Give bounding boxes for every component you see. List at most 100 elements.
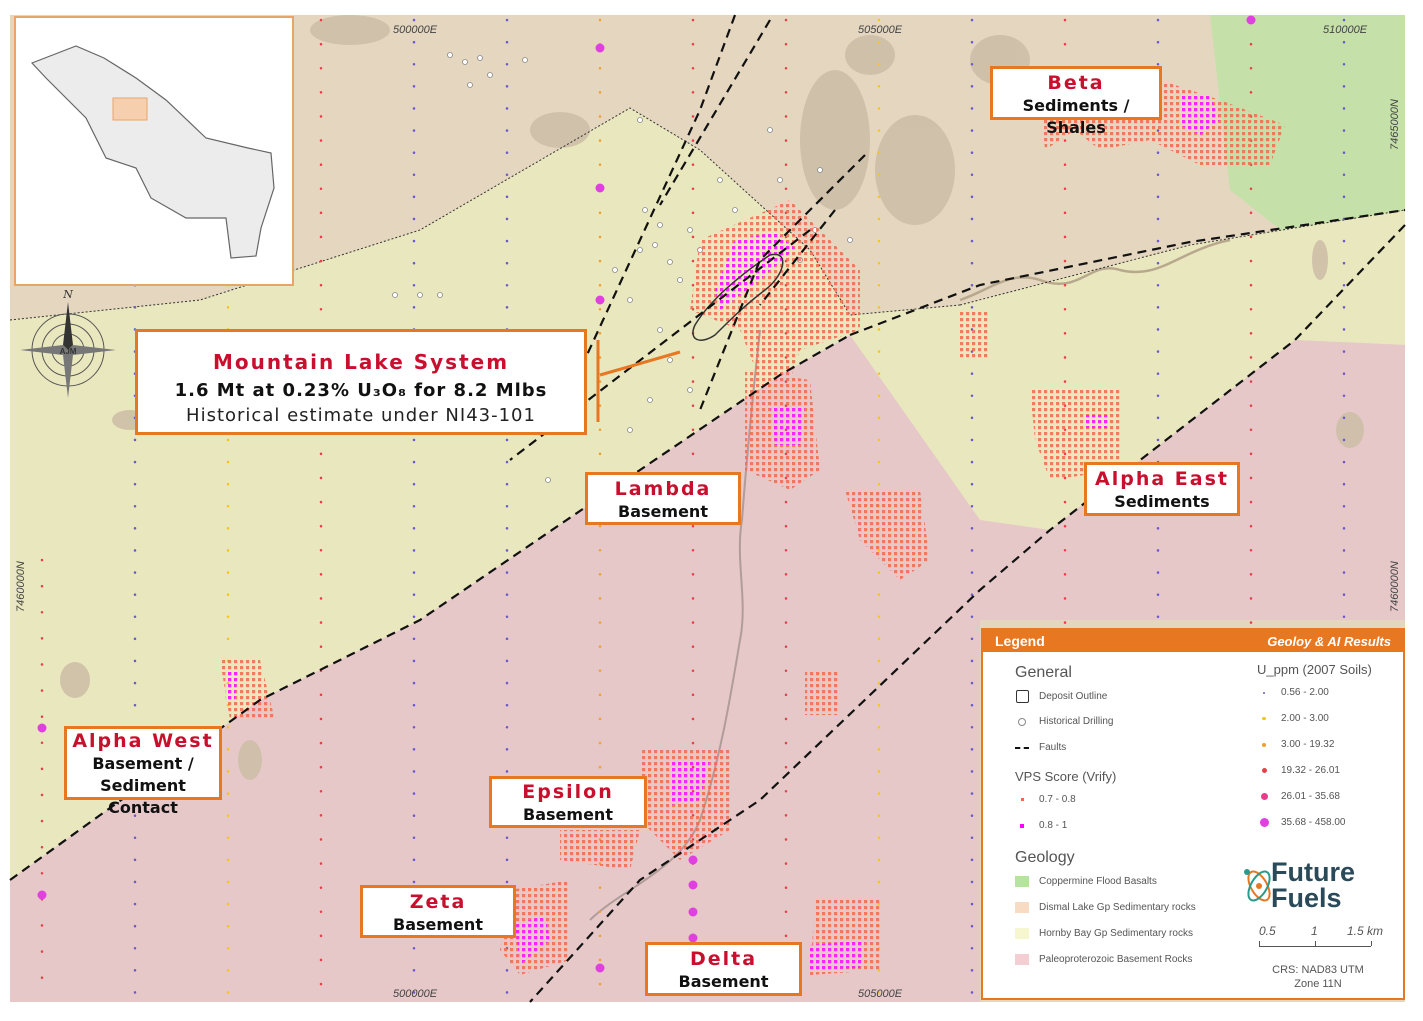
- legend-u-label: 19.32 - 26.01: [1281, 765, 1340, 776]
- fault-line-icon: [1015, 746, 1029, 749]
- coord-bottom-mid: 505000E: [858, 988, 903, 1000]
- legend-u-label: 35.68 - 458.00: [1281, 817, 1346, 828]
- legend-geology-item: Hornby Bay Gp Sedimentary rocks: [1015, 928, 1193, 939]
- legend-u-label: 26.01 - 35.68: [1281, 791, 1340, 802]
- legend-vps-high: 0.8 - 1: [1015, 820, 1067, 831]
- legend-faults: Faults: [1015, 742, 1066, 753]
- mountain-lake-note: Historical estimate under NI43-101: [186, 405, 536, 426]
- legend-header: Legend Geoloy & AI Results: [983, 630, 1403, 652]
- legend-u-item: 26.01 - 35.68: [1257, 791, 1340, 802]
- legend-u-item: 35.68 - 458.00: [1257, 817, 1346, 828]
- legend-u-item: 3.00 - 19.32: [1257, 739, 1334, 750]
- legend-u-item: 0.56 - 2.00: [1257, 687, 1329, 698]
- target-delta-name: Delta: [689, 948, 758, 970]
- deposit-outline-icon: [1015, 690, 1029, 703]
- legend-general-title: General: [1015, 664, 1072, 681]
- mountain-lake-callout: Mountain Lake System 1.6 Mt at 0.23% U₃O…: [135, 329, 587, 435]
- legend-geology-item: Coppermine Flood Basalts: [1015, 876, 1157, 887]
- target-lambda-desc: Basement: [618, 502, 708, 521]
- legend-u-label: 3.00 - 19.32: [1281, 739, 1335, 750]
- uranium-dot-icon: [1257, 716, 1271, 721]
- legend-title: Legend: [995, 633, 1045, 649]
- legend-historical-drilling-label: Historical Drilling: [1039, 716, 1114, 727]
- target-epsilon-desc: Basement: [523, 805, 613, 824]
- target-beta-name: Beta: [1047, 72, 1105, 94]
- target-epsilon-name: Epsilon: [522, 781, 614, 803]
- coord-top-left: 500000E: [393, 24, 438, 36]
- target-alpha-west-name: Alpha West: [72, 730, 214, 752]
- inset-outline: [30, 45, 275, 259]
- target-delta: Delta Basement: [645, 942, 802, 996]
- geology-swatch-icon: [1015, 902, 1029, 913]
- legend-historical-drilling: Historical Drilling: [1015, 716, 1113, 727]
- mountain-lake-resource: 1.6 Mt at 0.23% U₃O₈ for 8.2 Mlbs: [174, 380, 548, 401]
- target-alpha-west-desc2: Sediment Contact: [100, 776, 186, 817]
- logo-text-future: Future: [1271, 857, 1355, 887]
- target-zeta-name: Zeta: [409, 891, 467, 913]
- legend-panel: Legend Geoloy & AI Results General Depos…: [981, 628, 1405, 1000]
- legend-geology-label: Paleoproterozoic Basement Rocks: [1039, 954, 1193, 965]
- target-alpha-east: Alpha East Sediments: [1084, 462, 1240, 516]
- scale-bar: 0.5 1 1.5 km: [1251, 924, 1391, 960]
- legend-vps-title: VPS Score (Vrify): [1015, 769, 1117, 784]
- target-lambda: Lambda Basement: [585, 472, 741, 525]
- target-beta-desc: Sediments / Shales: [1022, 96, 1130, 137]
- legend-u-item: 2.00 - 3.00: [1257, 713, 1329, 724]
- target-zeta: Zeta Basement: [360, 885, 516, 938]
- target-delta-desc: Basement: [678, 972, 769, 991]
- target-lambda-name: Lambda: [614, 478, 712, 500]
- target-alpha-east-name: Alpha East: [1095, 468, 1229, 490]
- target-alpha-west: Alpha West Basement / Sediment Contact: [64, 726, 222, 817]
- coord-top-right: 510000E: [1323, 24, 1368, 36]
- target-alpha-west-desc: Basement /: [92, 754, 194, 773]
- legend-vps-low-label: 0.7 - 0.8: [1039, 794, 1076, 805]
- logo-text-fuels: Fuels: [1271, 883, 1342, 913]
- uranium-dot-icon: [1257, 691, 1271, 694]
- uranium-dot-icon: [1257, 742, 1271, 747]
- scale-label-0: 0.5: [1259, 924, 1276, 938]
- north-letter: N: [62, 288, 73, 301]
- crs-line-1: CRS: NAD83 UTM: [1272, 964, 1364, 976]
- legend-vps-low: 0.7 - 0.8: [1015, 794, 1076, 805]
- target-alpha-east-desc: Sediments: [1114, 492, 1210, 511]
- legend-geology-label: Dismal Lake Gp Sedimentary rocks: [1039, 902, 1196, 913]
- legend-geology-title: Geology: [1015, 849, 1075, 866]
- crs-line-2: Zone 11N: [1294, 978, 1342, 990]
- scale-label-2: 1.5 km: [1347, 924, 1384, 938]
- uranium-dot-icon: [1257, 818, 1271, 827]
- inset-map: [14, 16, 294, 286]
- drillhole-icon: [1015, 717, 1029, 726]
- legend-deposit-outline-label: Deposit Outline: [1039, 691, 1108, 702]
- future-fuels-logo: Future Fuels: [1239, 858, 1389, 918]
- legend-geology-item: Paleoproterozoic Basement Rocks: [1015, 954, 1192, 965]
- scale-label-1: 1: [1311, 924, 1318, 938]
- coord-left: 7460000N: [15, 561, 27, 612]
- geology-swatch-icon: [1015, 928, 1029, 939]
- coord-bottom-left: 500000E: [393, 988, 438, 1000]
- geology-swatch-icon: [1015, 954, 1029, 965]
- mountain-lake-title: Mountain Lake System: [212, 350, 510, 374]
- coord-right-top: 7465000N: [1389, 99, 1401, 150]
- vps-high-icon: [1015, 823, 1029, 828]
- target-zeta-desc: Basement: [393, 915, 483, 934]
- coord-top-mid: 505000E: [858, 24, 903, 36]
- target-epsilon: Epsilon Basement: [489, 776, 647, 828]
- vps-low-icon: [1015, 798, 1029, 801]
- legend-u-label: 2.00 - 3.00: [1281, 713, 1329, 724]
- legend-deposit-outline: Deposit Outline: [1015, 690, 1107, 703]
- north-label: AJM: [60, 347, 77, 356]
- target-beta: Beta Sediments / Shales: [990, 66, 1162, 137]
- legend-vps-high-label: 0.8 - 1: [1039, 820, 1068, 831]
- legend-subtitle: Geoloy & AI Results: [1267, 633, 1391, 649]
- legend-faults-label: Faults: [1039, 742, 1067, 753]
- legend-geology-label: Coppermine Flood Basalts: [1039, 876, 1157, 887]
- legend-u-title: U_ppm (2007 Soils): [1257, 662, 1372, 677]
- legend-u-label: 0.56 - 2.00: [1281, 687, 1329, 698]
- legend-geology-item: Dismal Lake Gp Sedimentary rocks: [1015, 902, 1196, 913]
- legend-u-item: 19.32 - 26.01: [1257, 765, 1340, 776]
- coord-right-bottom: 7460000N: [1389, 561, 1401, 612]
- geology-swatch-icon: [1015, 876, 1029, 887]
- uranium-dot-icon: [1257, 793, 1271, 800]
- uranium-dot-icon: [1257, 768, 1271, 773]
- legend-geology-label: Hornby Bay Gp Sedimentary rocks: [1039, 928, 1193, 939]
